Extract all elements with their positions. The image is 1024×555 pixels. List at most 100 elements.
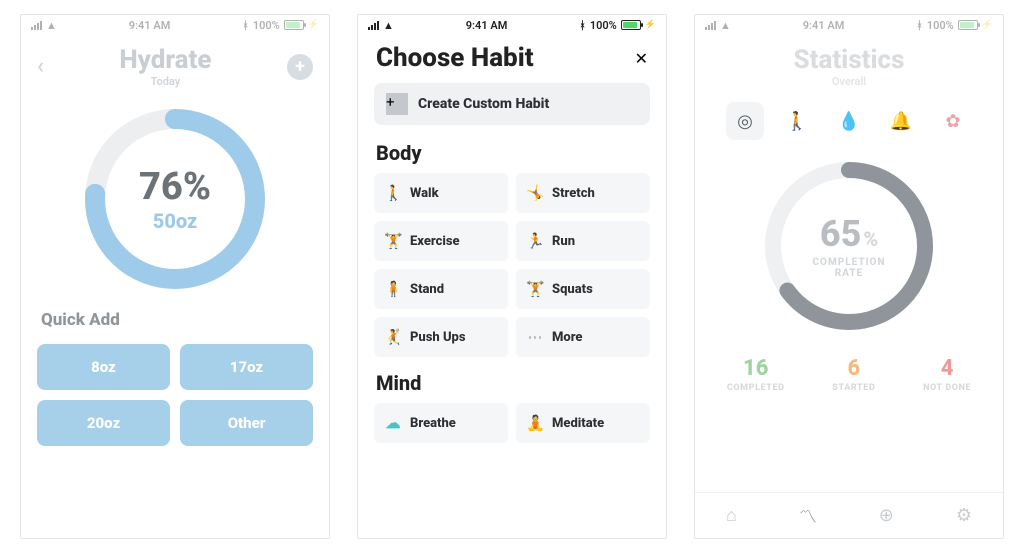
quick-add-button[interactable]: 17oz bbox=[180, 344, 313, 390]
status-bar: ▲ 9:41 AM ᚼ100%⚡ bbox=[695, 15, 1003, 35]
create-label: Create Custom Habit bbox=[418, 96, 549, 112]
close-button[interactable]: ✕ bbox=[635, 49, 648, 68]
habit-meditate[interactable]: 🧘Meditate bbox=[516, 403, 650, 443]
pushups-icon: 🤾 bbox=[384, 328, 402, 346]
metric-not-done: 4 NOT DONE bbox=[923, 356, 971, 393]
page-title: Statistics bbox=[737, 45, 961, 75]
page-title: Hydrate bbox=[44, 45, 287, 75]
battery-icon bbox=[284, 20, 304, 30]
back-button[interactable]: ‹ bbox=[37, 54, 44, 79]
status-bar: ▲ 9:41 AM ᚼ 100% ⚡ bbox=[358, 15, 666, 35]
header: ‹ Hydrate Today + bbox=[21, 35, 329, 90]
signal-icon bbox=[368, 21, 379, 30]
header: Choose Habit ✕ bbox=[358, 35, 666, 83]
progress-ring: 76% 50oz bbox=[21, 90, 329, 304]
bluetooth-icon: ᚼ bbox=[579, 19, 586, 32]
category-meditate[interactable]: ✿ bbox=[934, 102, 972, 140]
add-button[interactable]: + bbox=[287, 54, 313, 80]
habit-label: Exercise bbox=[410, 234, 460, 249]
gear-icon[interactable]: ⚙ bbox=[956, 505, 972, 526]
habit-label: More bbox=[552, 330, 583, 345]
battery-pct: 100% bbox=[927, 19, 954, 32]
metric-value: 16 bbox=[727, 356, 785, 381]
completion-percent: 65 bbox=[820, 213, 862, 255]
run-icon: 🏃 bbox=[526, 232, 544, 250]
habit-exercise[interactable]: 🏋 Exercise bbox=[374, 221, 508, 261]
exercise-icon: 🏋 bbox=[384, 232, 402, 250]
page-subtitle: Today bbox=[44, 75, 287, 88]
category-hydrate[interactable]: 💧 bbox=[830, 102, 868, 140]
status-time: 9:41 AM bbox=[466, 19, 508, 32]
habit-label: Squats bbox=[552, 282, 593, 297]
quick-add-button[interactable]: 20oz bbox=[37, 400, 170, 446]
screen-choose-habit: ▲ 9:41 AM ᚼ 100% ⚡ Choose Habit ✕ + Create… bbox=[357, 14, 667, 539]
metric-value: 6 bbox=[832, 356, 875, 381]
plus-icon: + bbox=[386, 93, 408, 115]
habit-grid-body: 🚶Walk 🤸 Stretch 🏋 Exercise 🏃 Run 🧍 Stand 🏋 Squats 🤾… bbox=[358, 173, 666, 367]
add-icon[interactable]: ⊕ bbox=[879, 505, 894, 526]
battery-icon bbox=[621, 20, 641, 30]
habit-push-ups[interactable]: 🤾 Push Ups bbox=[374, 317, 508, 357]
completion-ring: 65 % COMPLETION RATE bbox=[695, 146, 1003, 344]
metrics-row: 16 COMPLETED 6 STARTED 4 NOT DONE bbox=[695, 344, 1003, 399]
habit-label: Stand bbox=[410, 282, 444, 297]
battery-pct: 100% bbox=[253, 19, 280, 32]
tab-bar: ⌂ 〽 ⊕ ⚙ bbox=[695, 492, 1003, 538]
squats-icon: 🏋 bbox=[526, 280, 544, 298]
status-time: 9:41 AM bbox=[129, 19, 171, 32]
habit-stretch[interactable]: 🤸 Stretch bbox=[516, 173, 650, 213]
metric-label: NOT DONE bbox=[923, 383, 971, 393]
stand-icon: 🧍 bbox=[384, 280, 402, 298]
habit-walk[interactable]: 🚶Walk bbox=[374, 173, 508, 213]
wifi-icon: ▲ bbox=[720, 19, 731, 32]
habit-breathe[interactable]: ☁Breathe bbox=[374, 403, 508, 443]
status-bar: ▲ 9:41 AM ᚼ 100% ⚡ bbox=[21, 15, 329, 35]
quick-add-button[interactable]: 8oz bbox=[37, 344, 170, 390]
charging-icon: ⚡ bbox=[308, 20, 319, 30]
category-activity[interactable]: 🚶 bbox=[778, 102, 816, 140]
category-filter-row: ◎ 🚶 💧 🔔 ✿ bbox=[695, 90, 1003, 146]
metric-completed: 16 COMPLETED bbox=[727, 356, 785, 393]
battery-icon bbox=[958, 20, 978, 30]
metric-started: 6 STARTED bbox=[832, 356, 875, 393]
section-label-body: Body bbox=[358, 137, 666, 173]
habit-label: Meditate bbox=[552, 416, 604, 431]
habit-run[interactable]: 🏃 Run bbox=[516, 221, 650, 261]
metric-label: COMPLETED bbox=[727, 383, 785, 393]
quick-add-grid: 8oz 17oz 20oz Other bbox=[21, 336, 329, 454]
stretch-icon: 🤸 bbox=[526, 184, 544, 202]
screen-statistics: ▲ 9:41 AM ᚼ100%⚡ Statistics Overall ◎🚶💧🔔… bbox=[694, 14, 1004, 539]
stats-icon[interactable]: 〽 bbox=[799, 503, 817, 529]
section-label-mind: Mind bbox=[358, 367, 666, 403]
header: Statistics Overall bbox=[695, 35, 1003, 90]
habit-label: Push Ups bbox=[410, 330, 466, 345]
signal-icon bbox=[31, 21, 42, 30]
charging-icon: ⚡ bbox=[645, 20, 656, 30]
habit-label: Run bbox=[552, 234, 575, 249]
create-custom-habit[interactable]: + Create Custom Habit bbox=[374, 83, 650, 125]
quick-add-button[interactable]: Other bbox=[180, 400, 313, 446]
habit-squats[interactable]: 🏋 Squats bbox=[516, 269, 650, 309]
status-time: 9:41 AM bbox=[803, 19, 845, 32]
battery-pct: 100% bbox=[590, 19, 617, 32]
charging-icon: ⚡ bbox=[982, 20, 993, 30]
amount-value: 50oz bbox=[153, 209, 197, 233]
home-icon[interactable]: ⌂ bbox=[726, 505, 737, 526]
habit-label: Breathe bbox=[410, 416, 456, 431]
habit-label: Walk bbox=[410, 186, 439, 201]
habit-grid-mind: ☁Breathe🧘Meditate bbox=[358, 403, 666, 453]
page-title: Choose Habit bbox=[376, 43, 534, 73]
screen-hydrate: ▲ 9:41 AM ᚼ 100% ⚡ ‹ Hydrate Today + 76% 5… bbox=[20, 14, 330, 539]
percent-symbol: % bbox=[863, 227, 878, 251]
bluetooth-icon: ᚼ bbox=[242, 19, 249, 32]
wifi-icon: ▲ bbox=[383, 19, 394, 32]
habit-more[interactable]: ⋯More bbox=[516, 317, 650, 357]
completion-label: COMPLETION RATE bbox=[813, 257, 886, 279]
wifi-icon: ▲ bbox=[46, 19, 57, 32]
metric-value: 4 bbox=[923, 356, 971, 381]
category-overall[interactable]: ◎ bbox=[726, 102, 764, 140]
habit-label: Stretch bbox=[552, 186, 595, 201]
habit-stand[interactable]: 🧍 Stand bbox=[374, 269, 508, 309]
category-breathe[interactable]: 🔔 bbox=[882, 102, 920, 140]
metric-label: STARTED bbox=[832, 383, 875, 393]
